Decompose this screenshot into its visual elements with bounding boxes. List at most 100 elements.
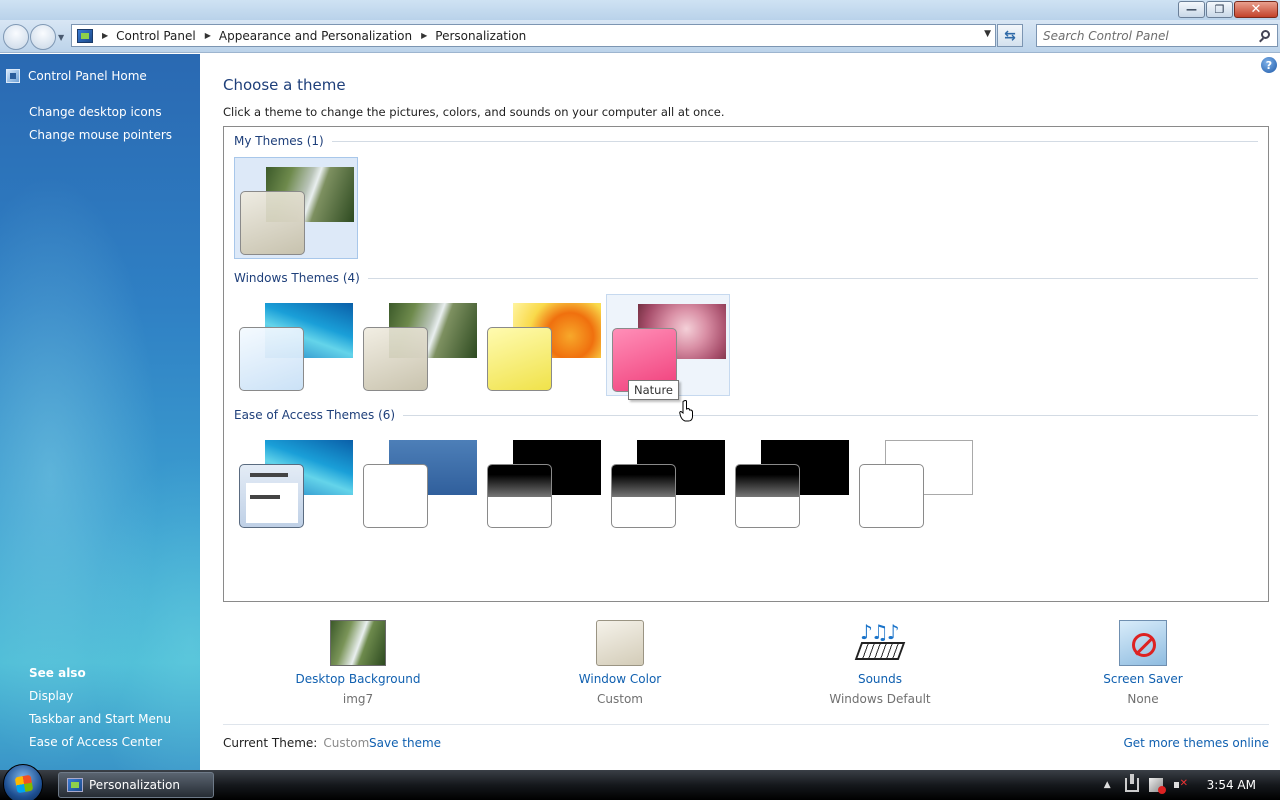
group-label: My Themes (1): [234, 134, 324, 148]
sounds-icon: ♪♫♪: [852, 620, 908, 666]
taskbar: Personalization ▲ 3:54 AM: [0, 764, 1280, 800]
theme-window-thumbnail: [735, 464, 800, 528]
minimize-icon: —: [1186, 3, 1197, 16]
theme-light-auras[interactable]: [482, 294, 606, 396]
ease-of-access-center-link[interactable]: Ease of Access Center: [29, 735, 162, 749]
group-header-ease-of-access-themes: Ease of Access Themes (6): [234, 408, 1258, 422]
screen-saver-value: None: [1127, 692, 1159, 706]
address-dropdown-icon[interactable]: ▼: [984, 29, 991, 39]
help-icon[interactable]: ?: [1261, 57, 1277, 73]
page-title: Choose a theme: [223, 76, 346, 94]
volume-muted-icon[interactable]: [1173, 778, 1188, 792]
breadcrumb-arrow-icon[interactable]: ▶: [102, 31, 108, 40]
taskbar-item-personalization[interactable]: Personalization: [58, 772, 214, 798]
breadcrumb-personalization[interactable]: Personalization: [435, 29, 526, 43]
theme-window-thumbnail: [239, 327, 304, 391]
theme-window-thumbnail: [363, 464, 428, 528]
change-mouse-pointers-link[interactable]: Change mouse pointers: [29, 128, 172, 142]
show-hidden-icons-icon[interactable]: ▲: [1104, 780, 1111, 790]
breadcrumb-arrow-icon[interactable]: ▶: [421, 31, 427, 40]
forward-button[interactable]: [30, 24, 56, 50]
group-header-windows-themes: Windows Themes (4): [234, 271, 1258, 285]
theme-list[interactable]: My Themes (1) Windows Themes (4) Ease of…: [223, 126, 1269, 602]
network-icon[interactable]: [1124, 774, 1139, 792]
title-bar: — ❐ ✕: [0, 0, 1280, 20]
main-content: ? Choose a theme Click a theme to change…: [200, 54, 1280, 770]
current-theme-label: Current Theme:: [223, 736, 318, 750]
close-button[interactable]: ✕: [1234, 1, 1278, 18]
clock[interactable]: 3:54 AM: [1207, 778, 1256, 792]
screen-saver-icon: [1119, 620, 1167, 666]
window-color-value: Custom: [597, 692, 643, 706]
desktop-background-label[interactable]: Desktop Background: [278, 672, 438, 686]
theme-window-thumbnail: [239, 464, 304, 528]
desktop-background-icon: [330, 620, 386, 666]
theme-high-contrast-black[interactable]: [730, 431, 854, 533]
taskbar-item-label: Personalization: [89, 778, 180, 792]
change-desktop-icons-link[interactable]: Change desktop icons: [29, 105, 162, 119]
system-tray: ▲ 3:54 AM: [1104, 770, 1280, 800]
sounds-value: Windows Default: [829, 692, 931, 706]
breadcrumb-control-panel[interactable]: Control Panel: [116, 29, 196, 43]
desktop-background-setting[interactable]: Desktop Background img7: [278, 620, 438, 706]
maximize-button[interactable]: ❐: [1206, 1, 1233, 18]
sounds-setting[interactable]: ♪♫♪ Sounds Windows Default: [800, 620, 960, 706]
breadcrumb-appearance[interactable]: Appearance and Personalization: [219, 29, 412, 43]
control-panel-home-link[interactable]: Control Panel Home: [6, 69, 147, 83]
control-panel-icon: [77, 28, 93, 43]
group-label: Ease of Access Themes (6): [234, 408, 396, 422]
window-color-setting[interactable]: Window Color Custom: [540, 620, 700, 706]
theme-custom[interactable]: [234, 157, 358, 259]
control-panel-home-label: Control Panel Home: [28, 69, 147, 83]
window-color-icon: [596, 620, 644, 666]
back-button[interactable]: [3, 24, 29, 50]
theme-window-thumbnail: [240, 191, 305, 255]
desktop-background-value: img7: [342, 692, 374, 706]
theme-high-contrast-1[interactable]: [482, 431, 606, 533]
theme-high-contrast-white[interactable]: [854, 431, 978, 533]
theme-tooltip: Nature: [628, 380, 679, 400]
see-also-heading: See also: [29, 666, 86, 680]
footer-divider: [223, 724, 1269, 725]
theme-window-thumbnail: [363, 327, 428, 391]
address-bar[interactable]: ▶ Control Panel ▶ Appearance and Persona…: [71, 24, 996, 47]
theme-window-thumbnail: [487, 464, 552, 528]
search-box[interactable]: [1036, 24, 1278, 47]
page-description: Click a theme to change the pictures, co…: [223, 105, 725, 119]
control-panel-home-icon: [6, 69, 20, 83]
minimize-button[interactable]: —: [1178, 1, 1205, 18]
theme-high-contrast-2[interactable]: [606, 431, 730, 533]
get-more-themes-link[interactable]: Get more themes online: [1123, 736, 1269, 750]
theme-windows-classic[interactable]: [358, 431, 482, 533]
search-icon[interactable]: [1261, 30, 1270, 39]
breadcrumb-arrow-icon[interactable]: ▶: [205, 31, 211, 40]
theme-window-thumbnail: [487, 327, 552, 391]
save-theme-link[interactable]: Save theme: [369, 736, 441, 750]
start-button[interactable]: [3, 764, 43, 800]
task-pane: Control Panel Home Change desktop icons …: [0, 54, 200, 770]
taskbar-start-menu-link[interactable]: Taskbar and Start Menu: [29, 712, 171, 726]
screen-saver-setting[interactable]: Screen Saver None: [1063, 620, 1223, 706]
window-controls: — ❐ ✕: [1178, 1, 1278, 18]
screen-saver-label[interactable]: Screen Saver: [1063, 672, 1223, 686]
sounds-label[interactable]: Sounds: [800, 672, 960, 686]
group-header-my-themes: My Themes (1): [234, 134, 1258, 148]
refresh-icon: ⇆: [1004, 27, 1016, 44]
theme-windows-basic[interactable]: [234, 431, 358, 533]
recent-pages-dropdown-icon[interactable]: ▼: [58, 33, 64, 42]
search-input[interactable]: [1037, 25, 1247, 46]
theme-landscapes[interactable]: [358, 294, 482, 396]
theme-window-thumbnail: [859, 464, 924, 528]
display-link[interactable]: Display: [29, 689, 73, 703]
control-panel-icon: [67, 778, 83, 792]
current-theme: Current Theme: Custom: [223, 736, 369, 750]
maximize-icon: ❐: [1214, 3, 1225, 16]
group-label: Windows Themes (4): [234, 271, 360, 285]
refresh-button[interactable]: ⇆: [997, 24, 1023, 47]
current-theme-value: Custom: [323, 736, 370, 750]
hand-cursor-icon: [679, 400, 693, 422]
close-icon: ✕: [1250, 2, 1262, 17]
security-alert-icon[interactable]: [1148, 778, 1166, 794]
window-color-label[interactable]: Window Color: [540, 672, 700, 686]
theme-windows[interactable]: [234, 294, 358, 396]
